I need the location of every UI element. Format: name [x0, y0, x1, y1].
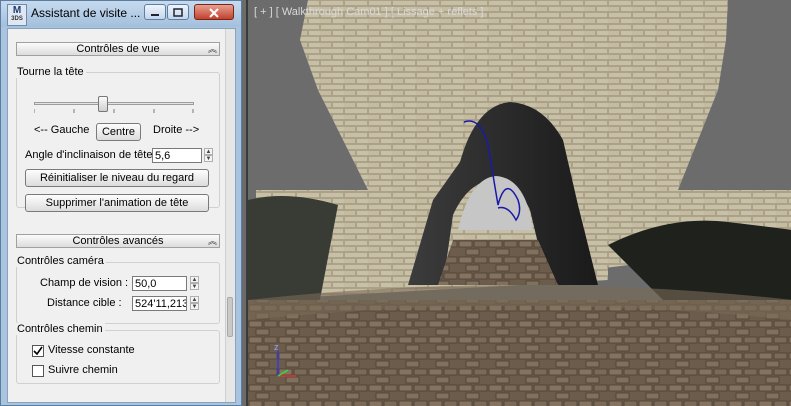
- path-controls-group: [16, 330, 220, 384]
- target-distance-spinner[interactable]: ▲ ▼: [190, 296, 199, 311]
- close-icon: [209, 8, 219, 18]
- fov-spinner[interactable]: ▲ ▼: [190, 276, 199, 291]
- maximize-button[interactable]: [167, 4, 189, 20]
- fov-field[interactable]: 50,0: [132, 276, 187, 291]
- constant-speed-checkbox[interactable]: [32, 345, 44, 357]
- assistant-panel: Contrôles de vue ︽ Tourne la tête <-- Ga…: [7, 28, 236, 403]
- camera-controls-label: Contrôles caméra: [15, 255, 106, 267]
- minimize-icon: [151, 14, 159, 16]
- tilt-angle-field[interactable]: 5,6: [152, 148, 202, 163]
- follow-path-label: Suivre chemin: [48, 364, 118, 376]
- right-label: Droite -->: [153, 124, 200, 136]
- constant-speed-label: Vitesse constante: [48, 344, 135, 356]
- walkthrough-assistant-window: M 3DS Assistant de visite ... Contrôles …: [0, 0, 242, 406]
- viewport-label[interactable]: [ + ] [ Walkthrough Cam01 ] [ Lissage + …: [254, 6, 483, 18]
- window-title: Assistant de visite ...: [31, 6, 141, 20]
- viewport-scene: [248, 0, 791, 406]
- view-controls-title: Contrôles de vue: [76, 43, 160, 55]
- minimize-button[interactable]: [144, 4, 166, 20]
- tilt-angle-label: Angle d'inclinaison de tête: [25, 149, 153, 161]
- scrollbar-thumb[interactable]: [227, 297, 233, 337]
- axis-z-label: z: [274, 342, 279, 352]
- advanced-controls-title: Contrôles avancés: [72, 235, 164, 247]
- 3dsmax-app-icon: M 3DS: [7, 4, 27, 26]
- left-label: <-- Gauche: [34, 124, 90, 136]
- collapse-chevron-icon: ︽: [207, 236, 217, 246]
- turn-head-slider-track[interactable]: [34, 102, 194, 105]
- target-distance-label: Distance cible :: [47, 297, 122, 309]
- panel-scrollbar[interactable]: [225, 29, 235, 402]
- title-bar[interactable]: M 3DS Assistant de visite ...: [1, 1, 241, 27]
- tilt-angle-spinner[interactable]: ▲ ▼: [204, 148, 213, 163]
- follow-path-checkbox[interactable]: [32, 365, 44, 377]
- center-button[interactable]: Centre: [96, 123, 141, 141]
- collapse-chevron-icon: ︽: [207, 44, 217, 54]
- camera-controls-group: [16, 262, 220, 324]
- fov-label: Champ de vision :: [40, 277, 129, 289]
- view-controls-rollout-header[interactable]: Contrôles de vue ︽: [16, 42, 220, 56]
- maximize-icon: [173, 8, 183, 17]
- walkthrough-viewport[interactable]: [ + ] [ Walkthrough Cam01 ] [ Lissage + …: [246, 0, 791, 406]
- app-icon-sub: 3DS: [11, 16, 23, 22]
- app-icon-letter: M: [12, 5, 22, 16]
- close-button[interactable]: [194, 4, 234, 20]
- target-distance-field[interactable]: 524'11,213: [132, 296, 187, 311]
- turn-head-label: Tourne la tête: [15, 66, 86, 78]
- checkmark-icon: [33, 346, 43, 356]
- remove-head-animation-button[interactable]: Supprimer l'animation de tête: [25, 194, 209, 212]
- path-controls-label: Contrôles chemin: [15, 323, 105, 335]
- slider-ticks: [34, 109, 194, 113]
- reset-gaze-button[interactable]: Réinitialiser le niveau du regard: [25, 169, 209, 187]
- advanced-controls-rollout-header[interactable]: Contrôles avancés ︽: [16, 234, 220, 248]
